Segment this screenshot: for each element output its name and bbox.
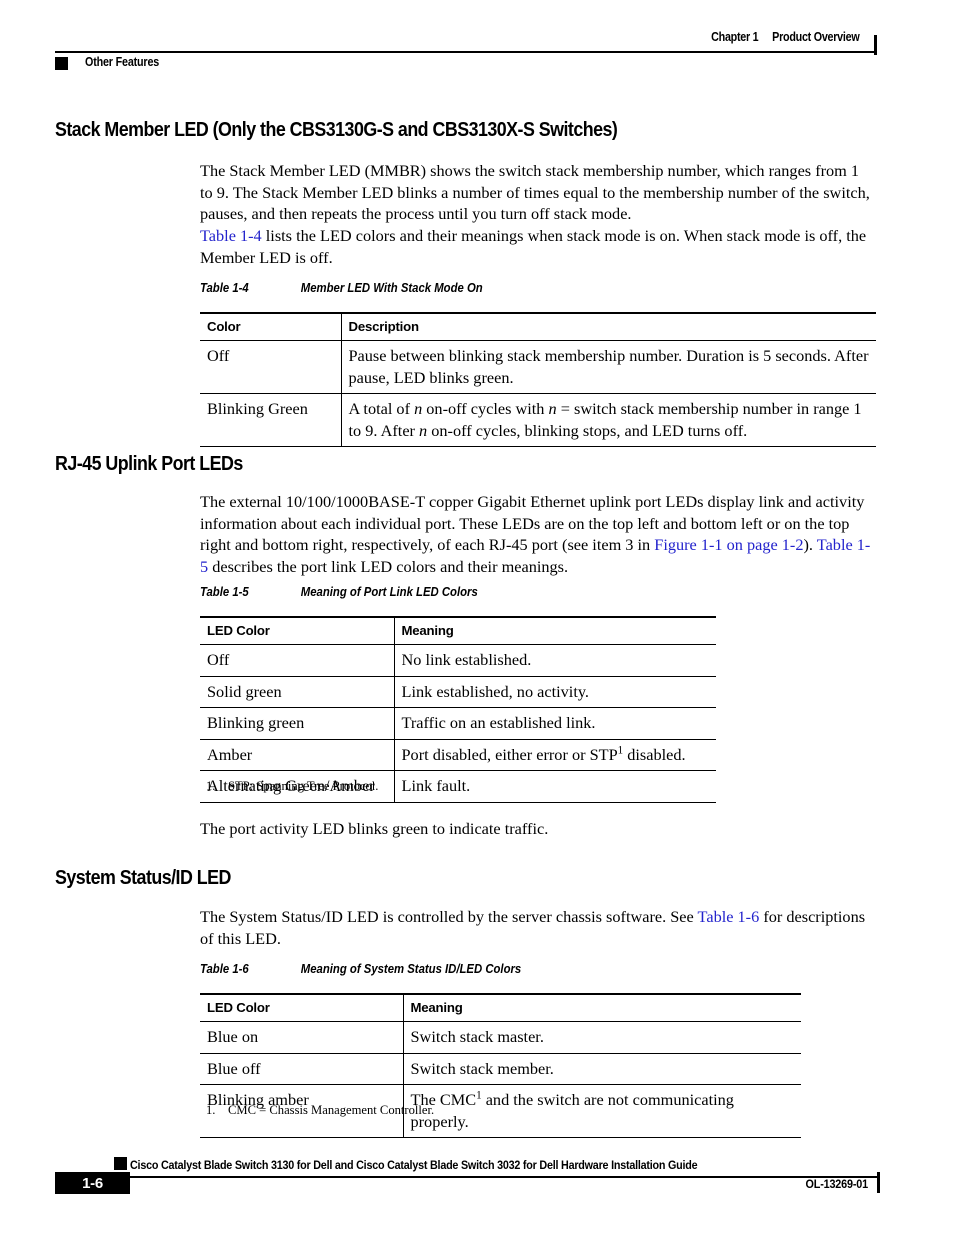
caption-table-1-4-title: Member LED With Stack Mode On xyxy=(300,281,483,295)
footnote-table-1-5-text: STP: Spanning Tree Protocol. xyxy=(228,779,379,793)
caption-table-1-4: Table 1-4 Member LED With Stack Mode On xyxy=(200,281,483,295)
table-1-6-col-led-color: LED Color xyxy=(200,994,404,1022)
caption-table-1-4-number: Table 1-4 xyxy=(200,281,249,295)
link-table-1-6[interactable]: Table 1-6 xyxy=(698,907,760,926)
footnote-table-1-5-number: 1. xyxy=(206,779,216,793)
table-1-6-r1-color: Blue off xyxy=(200,1053,404,1085)
table-row: Blinking green Traffic on an established… xyxy=(200,707,716,740)
table-row: Amber Port disabled, either error or STP… xyxy=(200,739,716,771)
header-endcap-mark xyxy=(874,35,877,55)
table-row: Blue on Switch stack master. xyxy=(200,1021,801,1054)
table-1-6-r0-color: Blue on xyxy=(200,1021,404,1054)
table-1-6-col-meaning: Meaning xyxy=(403,994,801,1022)
table-row: Off Pause between blinking stack members… xyxy=(200,340,876,394)
table-1-5-r2-color: Blinking green xyxy=(200,707,395,740)
document-page: Chapter 1 Product Overview Other Features… xyxy=(0,0,954,1235)
footer-document-title: Cisco Catalyst Blade Switch 3130 for Del… xyxy=(130,1158,698,1172)
header-bullet-square-icon xyxy=(55,57,68,70)
header-section-label: Other Features xyxy=(85,55,160,69)
table-1-5-col-led-color: LED Color xyxy=(200,617,395,645)
table-1-4-r1-description: A total of n on-off cycles with n = swit… xyxy=(341,393,876,447)
table-1-5-r0-meaning: No link established. xyxy=(394,644,716,677)
table-1-4-r0-description: Pause between blinking stack membership … xyxy=(341,340,876,394)
table-1-5-header-row: LED Color Meaning xyxy=(200,617,716,645)
table-1-6-r2-meaning: The CMC1 and the switch are not communic… xyxy=(403,1084,801,1138)
table-1-4-col-description: Description xyxy=(341,313,876,341)
table-1-5-r1-color: Solid green xyxy=(200,676,395,708)
heading-stack-member-led: Stack Member LED (Only the CBS3130G-S an… xyxy=(55,118,618,141)
header-chapter-title: Product Overview xyxy=(771,30,860,44)
footer-page-number: 1-6 xyxy=(82,1174,103,1192)
footnote-table-1-5: 1. STP: Spanning Tree Protocol. xyxy=(206,779,378,794)
table-1-4: Color Description Off Pause between blin… xyxy=(200,312,876,447)
page-header: Chapter 1 Product Overview Other Features xyxy=(55,30,877,76)
table-1-4-r1-color: Blinking Green xyxy=(200,393,342,447)
caption-table-1-6-title: Meaning of System Status ID/LED Colors xyxy=(300,962,522,976)
paragraph-rj45-uplink-1: The external 10/100/1000BASE-T copper Gi… xyxy=(200,492,871,576)
footnote-ref-cmc: 1 xyxy=(476,1089,482,1102)
link-table-1-4[interactable]: Table 1-4 xyxy=(200,226,262,245)
table-row: Off No link established. xyxy=(200,644,716,677)
caption-table-1-6-number: Table 1-6 xyxy=(200,962,249,976)
link-figure-1-1[interactable]: Figure 1-1 on page 1-2 xyxy=(654,535,803,554)
table-1-4-r0-color: Off xyxy=(200,340,342,394)
footnote-table-1-6-number: 1. xyxy=(206,1103,216,1117)
paragraph-stack-member-led-1: The Stack Member LED (MMBR) shows the sw… xyxy=(200,161,870,223)
footer-document-id: OL-13269-01 xyxy=(805,1177,869,1191)
table-1-6-header-row: LED Color Meaning xyxy=(200,994,801,1022)
heading-system-status-id-led: System Status/ID LED xyxy=(55,866,231,889)
footnote-ref-stp: 1 xyxy=(617,744,624,757)
table-1-4-col-color: Color xyxy=(200,313,342,341)
header-chapter-label: Chapter 1 xyxy=(710,30,759,44)
paragraph-system-status-1: The System Status/ID LED is controlled b… xyxy=(200,907,866,948)
table-1-5-r0-color: Off xyxy=(200,644,395,677)
table-1-5-r1-meaning: Link established, no activity. xyxy=(394,676,716,708)
footnote-table-1-6: 1. CMC = Chassis Management Controller. xyxy=(206,1103,434,1118)
footer-endcap-mark xyxy=(877,1172,880,1193)
header-chapter-text: Chapter 1 Product Overview xyxy=(710,30,860,44)
footnote-table-1-6-text: CMC = Chassis Management Controller. xyxy=(228,1103,435,1117)
table-1-6-r1-meaning: Switch stack member. xyxy=(403,1053,801,1085)
table-row: Blinking Green A total of n on-off cycle… xyxy=(200,393,876,447)
table-1-5-r3-meaning: Port disabled, either error or STP1 disa… xyxy=(394,739,716,771)
caption-table-1-6: Table 1-6 Meaning of System Status ID/LED… xyxy=(200,962,521,976)
caption-table-1-5-number: Table 1-5 xyxy=(200,585,249,599)
table-1-5-r4-meaning: Link fault. xyxy=(394,770,716,803)
table-1-5-r2-meaning: Traffic on an established link. xyxy=(394,707,716,740)
table-1-5-col-meaning: Meaning xyxy=(394,617,716,645)
table-1-4-header-row: Color Description xyxy=(200,313,876,341)
caption-table-1-5-title: Meaning of Port Link LED Colors xyxy=(300,585,478,599)
table-1-6-r0-meaning: Switch stack master. xyxy=(403,1021,801,1054)
table-1-5: LED Color Meaning Off No link establishe… xyxy=(200,616,716,803)
caption-table-1-5: Table 1-5 Meaning of Port Link LED Colors xyxy=(200,585,478,599)
footer-bullet-square-icon xyxy=(114,1157,127,1170)
table-row: Blue off Switch stack member. xyxy=(200,1053,801,1085)
paragraph-stack-member-led-2: Table 1-4 lists the LED colors and their… xyxy=(200,226,867,267)
table-1-5-r3-color: Amber xyxy=(200,739,395,771)
paragraph-rj45-uplink-2: The port activity LED blinks green to in… xyxy=(200,819,549,838)
table-row: Solid green Link established, no activit… xyxy=(200,676,716,708)
header-rule xyxy=(55,51,877,53)
heading-rj45-uplink-port-leds: RJ-45 Uplink Port LEDs xyxy=(55,452,243,475)
footer-rule xyxy=(55,1176,877,1178)
